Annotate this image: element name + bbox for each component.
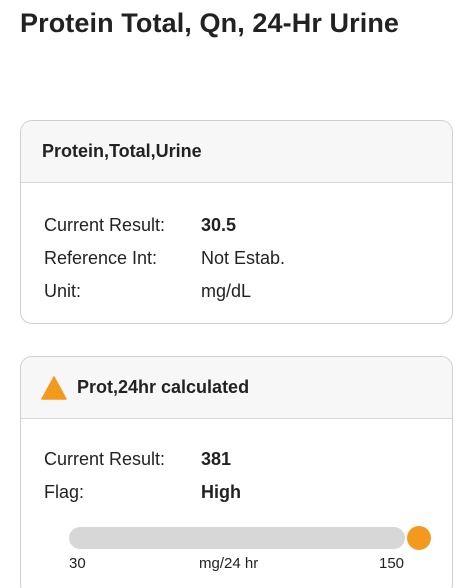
result-card-prot-24hr-calculated: Prot,24hr calculated Current Result: 381… bbox=[20, 356, 453, 588]
current-result-label: Current Result: bbox=[44, 449, 166, 469]
result-card-protein-total-urine: Protein,Total,Urine Current Result: 30.5… bbox=[20, 120, 453, 324]
current-result-label: Current Result: bbox=[44, 215, 166, 235]
current-result-value: 30.5 bbox=[201, 215, 237, 235]
reference-interval-label: Reference Int: bbox=[44, 248, 158, 268]
card-header: Protein,Total,Urine bbox=[21, 121, 452, 183]
page-title: Protein Total, Qn, 24-Hr Urine bbox=[20, 8, 400, 38]
current-result-row: Current Result: 30.5 bbox=[44, 209, 452, 242]
current-result-row: Current Result: 381 bbox=[44, 443, 452, 476]
reference-range-bar: 30 mg/24 hr 150 bbox=[69, 526, 439, 572]
card-title: Prot,24hr calculated bbox=[77, 377, 250, 397]
current-result-value: 381 bbox=[201, 449, 232, 469]
card-title: Protein,Total,Urine bbox=[42, 141, 202, 161]
unit-label: Unit: bbox=[44, 281, 82, 301]
card-header: Prot,24hr calculated bbox=[21, 357, 452, 419]
unit-row: Unit: mg/dL bbox=[44, 275, 452, 308]
range-track bbox=[69, 527, 405, 549]
range-min-label: 30 bbox=[69, 555, 86, 572]
flag-row: Flag: High bbox=[44, 476, 452, 509]
reference-interval-value: Not Estab. bbox=[201, 248, 286, 268]
unit-value: mg/dL bbox=[201, 281, 252, 301]
range-max-label: 150 bbox=[379, 555, 405, 572]
reference-interval-row: Reference Int: Not Estab. bbox=[44, 242, 452, 275]
range-unit-label: mg/24 hr bbox=[199, 555, 259, 572]
result-marker bbox=[407, 526, 431, 550]
warning-triangle-icon bbox=[41, 375, 67, 400]
flag-value: High bbox=[201, 482, 241, 502]
result-details: Current Result: 30.5 Reference Int: Not … bbox=[21, 183, 452, 308]
flag-label: Flag: bbox=[44, 482, 85, 502]
result-details: Current Result: 381 Flag: High bbox=[21, 419, 452, 509]
